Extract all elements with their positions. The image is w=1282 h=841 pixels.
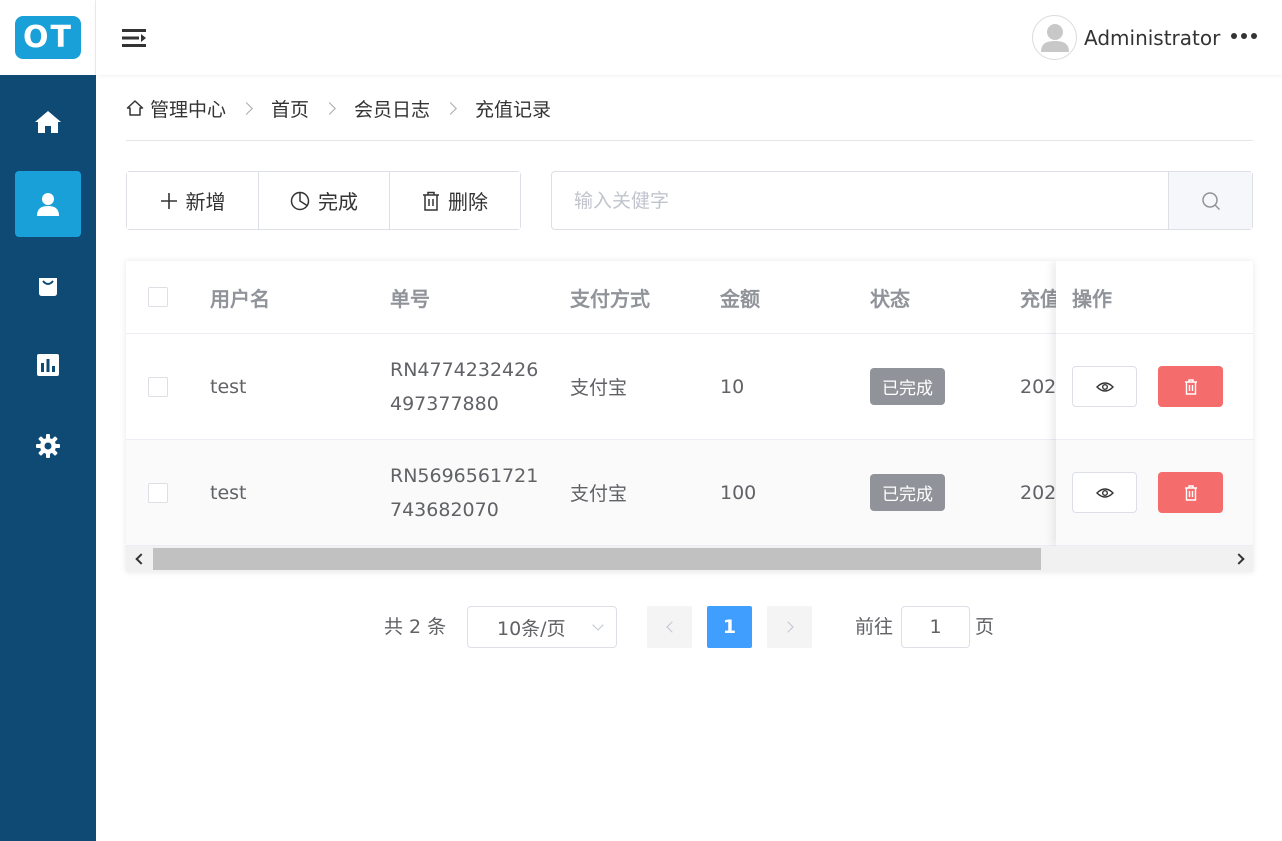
scroll-left-icon[interactable] <box>126 546 152 572</box>
breadcrumb-separator <box>323 101 336 115</box>
status-badge: 已完成 <box>870 368 945 405</box>
row-checkbox[interactable] <box>148 482 168 503</box>
breadcrumb-item[interactable]: 首页 <box>271 95 309 122</box>
actions-cell <box>1056 440 1253 546</box>
divider <box>126 140 1253 141</box>
column-header-actions: 操作 <box>1056 261 1253 334</box>
user-name[interactable]: Administrator <box>1084 26 1220 50</box>
column-header-username[interactable]: 用户名 <box>210 261 270 333</box>
avatar[interactable] <box>1032 15 1077 60</box>
chevron-right-icon <box>781 621 794 633</box>
eye-icon <box>1095 487 1114 498</box>
add-button[interactable]: 新增 <box>127 172 258 229</box>
bar-chart-icon <box>37 354 59 376</box>
logo-container: OT <box>0 0 96 75</box>
action-button-group: 新增 完成 删除 <box>126 171 521 230</box>
shopping-bag-icon <box>39 278 57 296</box>
chevron-left-icon <box>665 621 678 633</box>
complete-button-label: 完成 <box>318 190 358 214</box>
goto-page-input[interactable] <box>901 606 970 648</box>
more-icon[interactable] <box>1231 26 1261 46</box>
delete-button[interactable]: 删除 <box>389 172 520 229</box>
cell-username: test <box>210 481 247 504</box>
select-all-checkbox[interactable] <box>148 287 168 307</box>
column-header-pay-method[interactable]: 支付方式 <box>570 261 650 333</box>
sidebar-item-members[interactable] <box>15 171 81 237</box>
cell-pay-method: 支付宝 <box>570 483 628 505</box>
sidebar-item-settings[interactable] <box>15 413 81 479</box>
prev-page-button[interactable] <box>647 606 692 648</box>
add-button-label: 新增 <box>185 190 226 214</box>
breadcrumb-current: 充值记录 <box>475 98 552 121</box>
search-button[interactable] <box>1168 172 1252 229</box>
page-number-current[interactable]: 1 <box>707 606 752 648</box>
breadcrumb: 管理中心 首页 会员日志 充值记录 <box>126 94 551 122</box>
delete-button-label: 删除 <box>448 190 488 214</box>
logo[interactable]: OT <box>15 16 81 59</box>
column-header-recharge-time[interactable]: 充值 <box>1020 261 1060 333</box>
home-outline-icon <box>126 100 144 116</box>
search-icon <box>1201 191 1220 210</box>
breadcrumb-separator <box>240 101 253 115</box>
breadcrumb-item[interactable]: 管理中心 <box>150 95 226 122</box>
total-count: 共 2 条 <box>384 616 447 638</box>
scroll-right-icon[interactable] <box>1227 546 1253 572</box>
sidebar-item-orders[interactable] <box>15 252 81 318</box>
cell-order-no: RN4774232426497377880 <box>390 358 539 415</box>
cell-pay-method: 支付宝 <box>570 377 628 399</box>
trash-icon <box>1184 484 1197 501</box>
complete-button[interactable]: 完成 <box>258 172 389 229</box>
column-header-amount[interactable]: 金额 <box>720 261 760 333</box>
horizontal-scrollbar[interactable] <box>126 546 1253 572</box>
goto-unit: 页 <box>975 616 995 638</box>
cell-order-no: RN5696561721743682070 <box>390 464 539 521</box>
status-badge: 已完成 <box>870 474 945 511</box>
next-page-button[interactable] <box>767 606 812 648</box>
column-header-order-no[interactable]: 单号 <box>390 261 430 333</box>
cell-username: test <box>210 375 247 398</box>
row-delete-button[interactable] <box>1158 366 1223 407</box>
view-button[interactable] <box>1072 472 1137 513</box>
page-size-select[interactable]: 10条/页 <box>467 606 617 648</box>
column-header-status[interactable]: 状态 <box>870 261 910 333</box>
trash-icon <box>423 191 439 211</box>
avatar-icon <box>1041 24 1069 52</box>
fixed-actions-column: 操作 <box>1056 261 1253 546</box>
cell-amount: 10 <box>720 375 745 398</box>
eye-icon <box>1095 381 1114 392</box>
menu-toggle-icon[interactable] <box>122 28 146 48</box>
page-size-value: 10条/页 <box>497 617 566 640</box>
search-bar <box>551 171 1253 230</box>
breadcrumb-separator <box>444 101 457 115</box>
home-icon <box>35 111 61 133</box>
sidebar-item-stats[interactable] <box>15 332 81 398</box>
sidebar: OT <box>0 0 96 841</box>
pie-chart-icon <box>290 191 310 210</box>
row-checkbox[interactable] <box>148 376 168 397</box>
view-button[interactable] <box>1072 366 1137 407</box>
chevron-down-icon <box>592 619 604 631</box>
cell-amount: 100 <box>720 481 757 504</box>
user-icon <box>37 193 59 216</box>
breadcrumb-item[interactable]: 会员日志 <box>354 95 430 122</box>
plus-icon <box>160 192 177 209</box>
sidebar-item-home[interactable] <box>15 89 81 155</box>
trash-icon <box>1184 378 1197 395</box>
goto-label: 前往 <box>855 616 894 638</box>
gear-icon <box>36 434 60 458</box>
top-header: Administrator <box>96 0 1282 75</box>
recharge-table: 用户名 单号 支付方式 金额 状态 充值 test RN477423242649… <box>126 261 1253 572</box>
actions-cell <box>1056 334 1253 440</box>
scrollbar-thumb[interactable] <box>153 548 1041 570</box>
search-input[interactable] <box>552 172 1168 229</box>
row-delete-button[interactable] <box>1158 472 1223 513</box>
